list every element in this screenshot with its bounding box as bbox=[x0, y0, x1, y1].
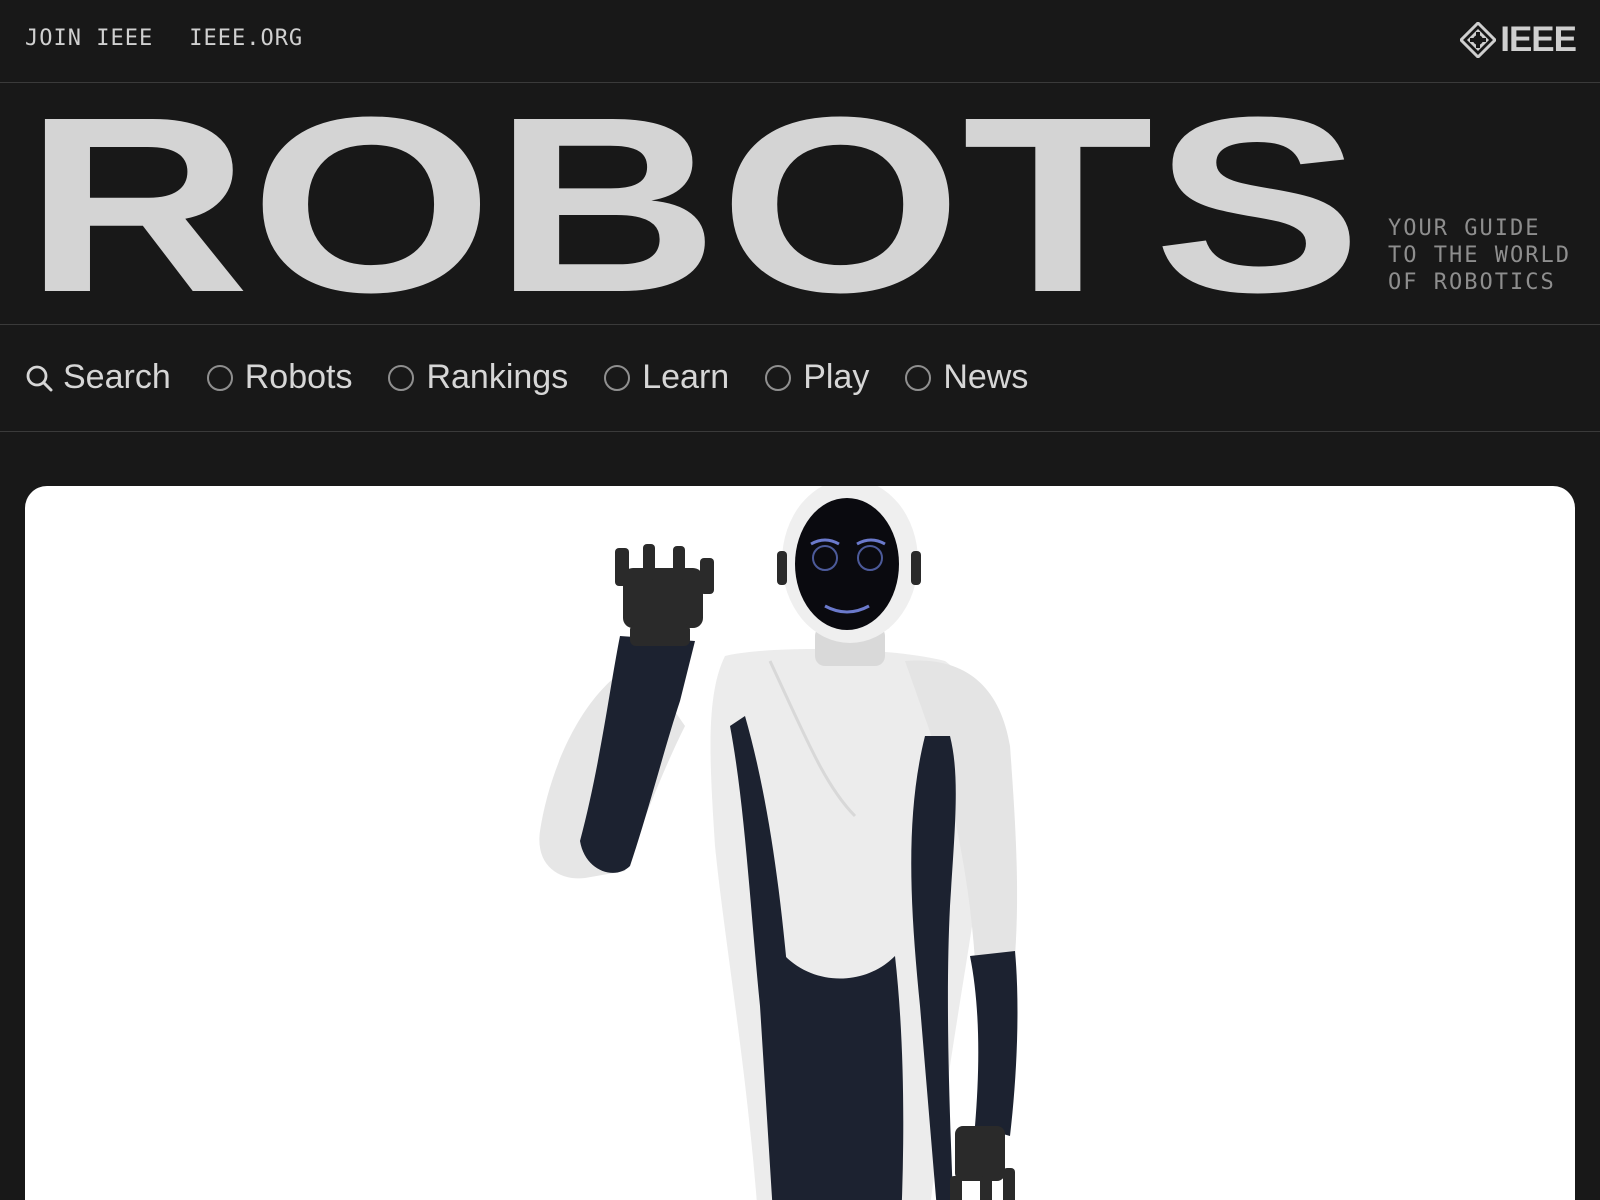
tagline-line-2: TO THE WORLD bbox=[1388, 243, 1571, 268]
nav-item-label: Rankings bbox=[426, 358, 569, 396]
top-utility-bar: JOIN IEEE IEEE.ORG IEEE bbox=[0, 0, 1600, 83]
main-nav: Search Robots Rankings Learn Play News bbox=[0, 325, 1600, 432]
ieee-org-link[interactable]: IEEE.ORG bbox=[189, 26, 303, 51]
robots-wordmark[interactable]: ROBOTS bbox=[24, 109, 1364, 299]
nav-item-robots[interactable]: Robots bbox=[206, 358, 353, 397]
nav-item-rankings[interactable]: Rankings bbox=[388, 358, 568, 397]
radio-circle-icon bbox=[604, 364, 631, 391]
tagline-line-3: OF ROBOTICS bbox=[1388, 270, 1556, 295]
radio-circle-icon bbox=[765, 364, 792, 391]
nav-item-label: Robots bbox=[244, 358, 353, 396]
ieee-diamond-icon bbox=[1460, 22, 1497, 58]
nav-item-label: Play bbox=[803, 358, 870, 396]
tagline: YOUR GUIDE TO THE WORLD OF ROBOTICS bbox=[1388, 215, 1571, 296]
search-icon bbox=[26, 365, 53, 391]
nav-item-learn[interactable]: Learn bbox=[604, 358, 729, 397]
radio-circle-icon bbox=[905, 364, 932, 391]
ieee-logo-text: IEEE bbox=[1500, 20, 1577, 59]
nav-search[interactable]: Search bbox=[25, 358, 171, 397]
robots-wordmark-text: ROBOTS bbox=[24, 109, 1362, 299]
nav-item-label: News bbox=[943, 358, 1029, 396]
nav-list: Search Robots Rankings Learn Play News bbox=[25, 358, 1064, 397]
nav-item-news[interactable]: News bbox=[905, 358, 1028, 397]
masthead: ROBOTS YOUR GUIDE TO THE WORLD OF ROBOTI… bbox=[0, 83, 1600, 325]
radio-circle-icon bbox=[388, 364, 415, 391]
humanoid-robot-image bbox=[539, 486, 1018, 1200]
nav-search-label: Search bbox=[63, 358, 171, 396]
hero-card[interactable] bbox=[25, 486, 1575, 1200]
nav-item-play[interactable]: Play bbox=[765, 358, 869, 397]
ieee-logo[interactable]: IEEE bbox=[1460, 20, 1577, 60]
join-ieee-link[interactable]: JOIN IEEE bbox=[25, 26, 153, 51]
utility-links: JOIN IEEE IEEE.ORG bbox=[25, 26, 303, 51]
radio-circle-icon bbox=[206, 364, 233, 391]
nav-item-label: Learn bbox=[642, 358, 730, 396]
tagline-line-1: YOUR GUIDE bbox=[1388, 216, 1541, 241]
